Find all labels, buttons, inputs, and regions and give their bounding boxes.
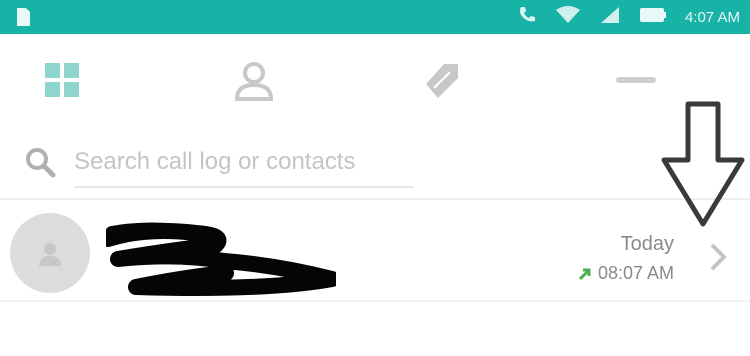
tab-dialpad[interactable] [32,50,92,110]
status-bar: 4:07 AM [0,0,750,34]
divider [0,198,750,200]
call-date: Today [620,233,674,255]
tab-more[interactable] [606,50,666,110]
tab-contacts[interactable] [224,50,284,110]
more-icon [616,77,656,83]
tab-favorites[interactable] [412,50,472,110]
search-underline [74,186,414,188]
redaction-scribble [106,222,336,296]
phone-icon [517,5,537,30]
status-time: 4:07 AM [684,8,740,26]
avatar [10,213,90,293]
down-arrow-annotation [661,101,745,227]
grid-icon [45,63,79,97]
outgoing-call-icon [578,268,591,280]
search-bar [0,128,750,198]
search-icon [22,144,58,180]
tags-icon [426,64,458,98]
chevron-right-icon[interactable] [706,239,730,275]
call-log-item[interactable]: Today 08:07 AM [0,205,750,297]
call-meta: 08:07 AM [578,263,674,284]
search-input[interactable] [74,142,408,182]
wifi-icon [555,5,581,30]
person-icon [234,62,274,101]
signal-icon [599,5,621,30]
call-time: 08:07 AM [597,263,674,283]
divider [0,300,750,302]
tab-bar [0,34,750,124]
default-avatar-icon [39,243,61,266]
battery-icon [639,5,667,30]
sd-card-icon [12,6,34,28]
